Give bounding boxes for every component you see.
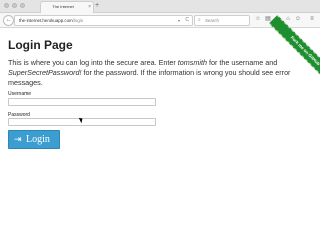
- window-controls: [4, 3, 25, 8]
- intro-text: This is where you can log into the secur…: [8, 58, 308, 88]
- search-placeholder: Search: [205, 18, 219, 23]
- username-hint: tomsmith: [177, 58, 207, 67]
- sign-in-icon: ⇥: [14, 134, 22, 144]
- username-field[interactable]: [8, 98, 156, 106]
- browser-window: The Internet × + ← the-internet.herokuap…: [0, 0, 320, 240]
- tab-title: The Internet: [52, 4, 74, 9]
- intro-text-part: for the username and: [206, 58, 278, 67]
- username-label: Username: [8, 91, 32, 97]
- close-window-button[interactable]: [4, 3, 9, 8]
- minimize-window-button[interactable]: [12, 3, 17, 8]
- address-bar[interactable]: the-internet.herokuapp.com/login ▾ C: [14, 15, 193, 26]
- url-text: the-internet.herokuapp.com/login: [19, 16, 83, 25]
- maximize-window-button[interactable]: [20, 3, 25, 8]
- chevron-down-icon[interactable]: ▾: [178, 16, 180, 25]
- url-host: the-internet.herokuapp.com: [19, 18, 73, 23]
- intro-text-part: This is where you can log into the secur…: [8, 58, 178, 67]
- browser-tab[interactable]: The Internet ×: [40, 1, 94, 13]
- new-tab-button[interactable]: +: [95, 1, 99, 10]
- page-content: Login Page This is where you can log int…: [0, 28, 320, 240]
- login-button[interactable]: ⇥ Login: [8, 130, 60, 149]
- title-bar: The Internet × +: [0, 0, 320, 13]
- search-box[interactable]: ⌕ Search: [194, 15, 250, 26]
- sync-icon[interactable]: ☺: [294, 15, 302, 24]
- search-icon: ⌕: [198, 17, 201, 23]
- password-hint: SuperSecretPassword!: [8, 68, 82, 77]
- back-button[interactable]: ←: [3, 15, 14, 26]
- login-button-label: Login: [26, 134, 50, 145]
- bookmark-star-icon[interactable]: ☆: [254, 15, 262, 24]
- page-title: Login Page: [8, 38, 73, 52]
- url-path: /login: [72, 18, 84, 23]
- menu-icon[interactable]: ≡: [308, 15, 316, 24]
- reload-icon[interactable]: C: [185, 16, 189, 25]
- close-tab-icon[interactable]: ×: [88, 3, 91, 11]
